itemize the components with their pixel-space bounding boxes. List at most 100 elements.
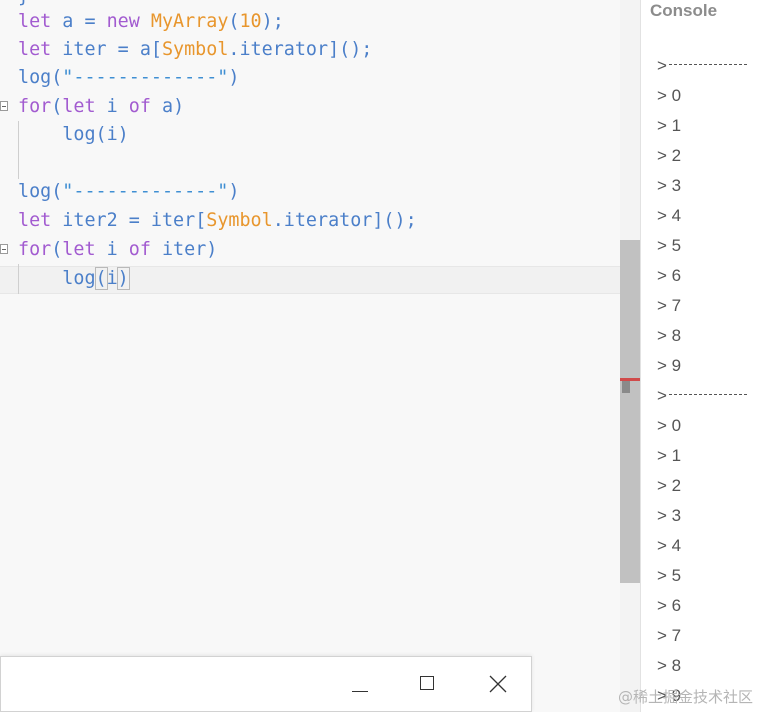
- keyword: for: [18, 96, 52, 117]
- console-prompt: >: [657, 296, 667, 315]
- code-line-1[interactable]: let a = new MyArray(10);: [18, 8, 284, 36]
- console-prompt: >: [657, 86, 667, 105]
- punctuation: ): [117, 124, 129, 145]
- operator: =: [106, 39, 140, 60]
- matched-bracket: ): [116, 267, 130, 290]
- code-line-5[interactable]: log(i): [18, 121, 129, 149]
- console-separator-line: >: [657, 54, 747, 78]
- console-log-line: > 5: [657, 564, 681, 588]
- punctuation: (: [51, 239, 63, 260]
- maximize-icon[interactable]: [413, 669, 443, 699]
- console-log-line: > 6: [657, 264, 681, 288]
- console-prompt: >: [657, 656, 667, 675]
- keyword: of: [128, 96, 151, 117]
- console-title: Console: [650, 1, 718, 20]
- console-prompt: >: [657, 326, 667, 345]
- console-log-line: > 7: [657, 294, 681, 318]
- console-log-line: > 2: [657, 144, 681, 168]
- console-log-line: > 8: [657, 324, 681, 348]
- number-literal: 10: [239, 11, 262, 32]
- code-line-10[interactable]: log(i): [18, 265, 130, 293]
- punctuation: (: [51, 96, 63, 117]
- keyword: new: [106, 11, 140, 32]
- identifier: a: [139, 39, 151, 60]
- class-name: MyArray: [150, 11, 229, 32]
- code-editor[interactable]: } let a = new MyArray(10); let iter = a[…: [0, 0, 620, 712]
- console-value: 3: [671, 506, 682, 525]
- minimize-icon[interactable]: [345, 669, 375, 699]
- console-log-line: > 1: [657, 114, 681, 138]
- console-log-line: > 2: [657, 474, 681, 498]
- function-call: log: [62, 124, 96, 145]
- console-value: 1: [671, 116, 682, 135]
- identifier: i: [106, 239, 118, 260]
- punctuation: ]();: [328, 39, 373, 60]
- code-line-7[interactable]: log("-------------"): [18, 178, 239, 206]
- punctuation: ): [206, 239, 218, 260]
- console-log-line: > 5: [657, 234, 681, 258]
- console-prompt: >: [657, 146, 667, 165]
- console-log-line: > 4: [657, 204, 681, 228]
- code-line-3[interactable]: log("-------------"): [18, 64, 239, 92]
- console-prompt: >: [657, 116, 667, 135]
- console-log-line: > 1: [657, 444, 681, 468]
- identifier: a: [62, 11, 74, 32]
- console-value: 4: [671, 206, 682, 225]
- punctuation: ): [228, 67, 240, 88]
- console-value: 6: [671, 266, 682, 285]
- console-prompt: >: [657, 356, 667, 375]
- identifier: a: [161, 96, 174, 117]
- punctuation: ): [228, 181, 240, 202]
- fold-toggle-icon[interactable]: [0, 244, 8, 254]
- console-log-line: > 4: [657, 534, 681, 558]
- function-call: log: [62, 268, 96, 289]
- console-value: 5: [671, 236, 682, 255]
- punctuation: (: [95, 124, 107, 145]
- separator-rule: [668, 64, 747, 66]
- console-value: 1: [671, 446, 682, 465]
- close-icon[interactable]: [483, 669, 513, 699]
- console-value: 9: [671, 356, 682, 375]
- console-prompt: >: [657, 536, 667, 555]
- matched-bracket: (: [94, 267, 108, 290]
- console-prompt: >: [657, 386, 667, 405]
- identifier: iter2: [62, 210, 118, 231]
- keyword: let: [62, 96, 96, 117]
- window-popup[interactable]: [0, 656, 532, 712]
- console-value: 0: [671, 416, 682, 435]
- keyword: let: [18, 11, 52, 32]
- identifier: iter: [150, 210, 196, 231]
- console-prompt: >: [657, 506, 667, 525]
- identifier: iter: [161, 239, 207, 260]
- console-value: 4: [671, 536, 682, 555]
- fold-toggle-icon[interactable]: [0, 101, 8, 111]
- keyword: let: [18, 210, 52, 231]
- code-line-2[interactable]: let iter = a[Symbol.iterator]();: [18, 36, 372, 64]
- editor-scrollbar-thumb[interactable]: [620, 240, 640, 583]
- console-value: 6: [671, 596, 682, 615]
- punctuation: ]();: [372, 210, 417, 231]
- console-prompt: >: [657, 176, 667, 195]
- punctuation: [: [150, 39, 162, 60]
- code-line-4[interactable]: for(let i of a): [18, 93, 184, 121]
- string-literal: "-------------": [62, 67, 229, 88]
- code-line-9[interactable]: for(let i of iter): [18, 236, 217, 264]
- console-panel: Console > > 0 > 1 > 2 > 3 > 4 > 5 > 6 > 7 > 8 > 9 >…: [640, 0, 768, 712]
- identifier: i: [106, 124, 118, 145]
- console-prompt: >: [657, 596, 667, 615]
- code-line-8[interactable]: let iter2 = iter[Symbol.iterator]();: [18, 207, 417, 235]
- console-log-line: > 8: [657, 654, 681, 678]
- punctuation: );: [261, 11, 284, 32]
- console-log-line: > 0: [657, 84, 681, 108]
- console-separator-line: >: [657, 384, 747, 408]
- console-value: 7: [671, 296, 682, 315]
- operator: =: [73, 11, 107, 32]
- class-name: Symbol: [161, 39, 229, 60]
